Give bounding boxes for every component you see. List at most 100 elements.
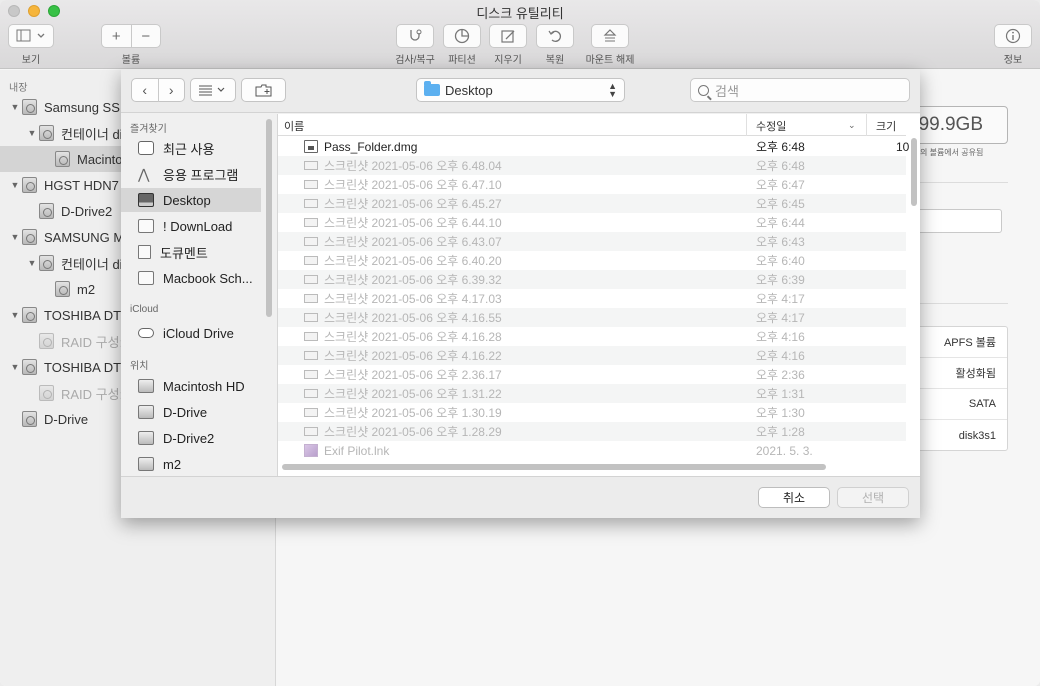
first-aid-button[interactable]	[396, 24, 434, 48]
disk-item-label: D-Drive2	[61, 203, 113, 219]
file-name: 스크린샷 2021-05-06 오후 6.44.10	[324, 216, 502, 230]
file-date: 오후 4:17	[756, 311, 805, 325]
file-row: 스크린샷 2021-05-06 오후 6.40.20 오후 6:40	[278, 251, 906, 270]
file-row: 스크린샷 2021-05-06 오후 4.16.55 오후 4:17	[278, 308, 906, 327]
disclosure-triangle-icon[interactable]: ▼	[8, 102, 22, 112]
file-date: 오후 4:17	[756, 292, 805, 306]
screenshot-icon	[304, 427, 318, 436]
disk-item-label: HGST HDN7	[44, 177, 119, 193]
column-separator[interactable]	[866, 114, 867, 136]
sidebar-item[interactable]: ⋀ 응용 프로그램	[121, 162, 261, 186]
add-volume-button[interactable]: +	[102, 28, 131, 45]
sidebar-item[interactable]: 최근 사용	[121, 136, 261, 160]
choose-button[interactable]: 선택	[837, 487, 909, 508]
cloud-icon	[138, 328, 154, 338]
internal-section-header: 내장	[9, 83, 28, 94]
file-row: Exif Pilot.lnk 2021. 5. 3.	[278, 441, 906, 460]
sidebar-scrollbar[interactable]	[266, 119, 272, 317]
disk-icon	[55, 151, 70, 167]
disclosure-triangle-icon[interactable]: ▼	[8, 362, 22, 372]
disk-icon	[22, 99, 37, 115]
erase-button[interactable]	[489, 24, 527, 48]
location-label: Desktop	[445, 82, 493, 98]
sidebar-item[interactable]: Macintosh HD	[121, 374, 261, 398]
screenshot-icon	[304, 332, 318, 341]
disclosure-triangle-icon[interactable]: ▼	[25, 128, 39, 138]
forward-chevron-icon[interactable]: ›	[159, 82, 185, 98]
date-column-header[interactable]: 수정일	[756, 118, 786, 134]
file-size: 10	[896, 139, 910, 154]
screenshot-icon	[304, 370, 318, 379]
desktop-icon	[138, 193, 154, 207]
disk-item-label: TOSHIBA DT	[44, 359, 122, 375]
disclosure-triangle-icon[interactable]: ▼	[8, 310, 22, 320]
sidebar-item[interactable]: Macbook Sch...	[121, 266, 261, 290]
file-row[interactable]: Pass_Folder.dmg 오후 6:48 10	[278, 137, 910, 156]
folder-icon	[138, 271, 154, 285]
disk-icon	[39, 125, 54, 141]
back-chevron-icon[interactable]: ‹	[132, 82, 158, 98]
finder-sidebar: 즐겨찾기 최근 사용 ⋀ 응용 프로그램 Desktop ! DownLoad 도큐멘트 Ma…	[121, 114, 276, 476]
file-date: 오후 6:39	[756, 273, 805, 287]
sidebar-item[interactable]: iCloud Drive	[121, 321, 261, 345]
view-button[interactable]	[8, 24, 54, 48]
sidebar-item[interactable]: m2	[121, 452, 261, 476]
search-field[interactable]: 검색	[690, 78, 910, 102]
sidebar-item-label: Macbook Sch...	[163, 270, 253, 286]
disk-item-label: RAID 구성:	[61, 386, 124, 402]
sidebar-item[interactable]: D-Drive2	[121, 426, 261, 450]
sidebar-item-label: Desktop	[163, 192, 211, 208]
disk-item-label: 컨테이너 di	[61, 256, 123, 272]
back-forward-control: ‹ ›	[131, 78, 185, 102]
partition-button[interactable]	[443, 24, 481, 48]
open-file-sheet: ‹ › Desktop ▲ ▼ 검색 즐겨찾기 최근 사용 ⋀ 응용 프로그램 Deskt…	[121, 69, 920, 518]
location-popup[interactable]: Desktop ▲ ▼	[416, 78, 625, 102]
disclosure-triangle-icon[interactable]: ▼	[8, 180, 22, 190]
divider	[908, 182, 1008, 183]
view-mode-button[interactable]	[190, 78, 236, 102]
hard-disk-icon	[138, 431, 154, 445]
disclosure-triangle-icon[interactable]: ▼	[8, 232, 22, 242]
sidebar-item[interactable]: D-Drive	[121, 400, 261, 424]
unmount-button[interactable]	[591, 24, 629, 48]
file-row: 스크린샷 2021-05-06 오후 4.16.28 오후 4:16	[278, 327, 906, 346]
sidebar-item[interactable]: 도큐멘트	[121, 240, 261, 264]
name-column-header[interactable]: 이름	[284, 118, 304, 134]
sidebar-item[interactable]: Desktop	[121, 188, 261, 212]
info-status: 활성화됨	[909, 358, 1007, 389]
window-title: 디스크 유틸리티	[476, 6, 564, 21]
restore-button[interactable]	[536, 24, 574, 48]
disclosure-triangle-icon[interactable]: ▼	[25, 258, 39, 268]
cancel-button[interactable]: 취소	[758, 487, 830, 508]
new-folder-icon	[255, 84, 271, 96]
sidebar-item-label: ! DownLoad	[163, 218, 233, 234]
file-name: 스크린샷 2021-05-06 오후 6.45.27	[324, 197, 502, 211]
document-icon	[138, 245, 151, 259]
screenshot-icon	[304, 408, 318, 417]
file-date: 오후 6:40	[756, 254, 805, 268]
column-separator[interactable]	[746, 114, 747, 136]
disk-icon	[39, 255, 54, 271]
disk-item-label: 컨테이너 di	[61, 126, 123, 142]
file-date: 오후 6:48	[756, 140, 805, 154]
file-date: 오후 1:31	[756, 387, 805, 401]
new-folder-button[interactable]	[241, 78, 286, 102]
file-row: 스크린샷 2021-05-06 오후 6.39.32 오후 6:39	[278, 270, 906, 289]
file-row: 스크린샷 2021-05-06 오후 6.44.10 오후 6:44	[278, 213, 906, 232]
horizontal-scrollbar[interactable]	[282, 464, 826, 470]
first-aid-label: 검사/복구	[395, 55, 435, 66]
disk-item-label: SAMSUNG M	[44, 229, 125, 245]
sidebar-item[interactable]: ! DownLoad	[121, 214, 261, 238]
list-view-icon	[199, 85, 225, 96]
info-button[interactable]	[994, 24, 1032, 48]
size-column-header[interactable]: 크기	[876, 118, 896, 134]
disk-utility-window: 디스크 유틸리티 보기 + − 볼륨 검사/복구 파티션 지우기 복원 마운트 …	[0, 0, 1040, 686]
remove-volume-button[interactable]: −	[132, 28, 161, 45]
file-row: 스크린샷 2021-05-06 오후 6.47.10 오후 6:47	[278, 175, 906, 194]
file-row: 스크린샷 2021-05-06 오후 6.43.07 오후 6:43	[278, 232, 906, 251]
screenshot-icon	[304, 218, 318, 227]
vertical-scrollbar[interactable]	[911, 138, 917, 206]
file-row: 스크린샷 2021-05-06 오후 4.16.22 오후 4:16	[278, 346, 906, 365]
file-name: 스크린샷 2021-05-06 오후 6.47.10	[324, 178, 502, 192]
clock-icon	[138, 141, 154, 155]
